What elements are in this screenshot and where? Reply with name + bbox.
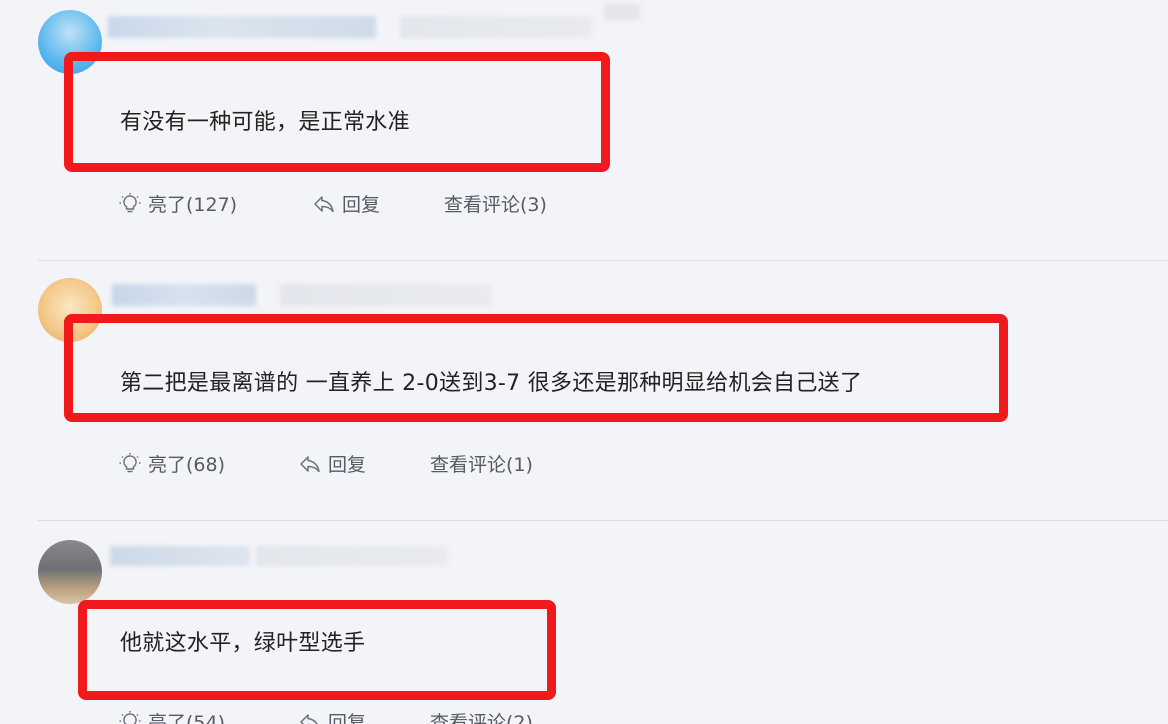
comment-text: 有没有一种可能，是正常水准 — [120, 110, 410, 135]
reply-arrow-icon — [298, 452, 322, 476]
reply-button[interactable]: 回复 — [312, 190, 380, 217]
avatar[interactable] — [38, 540, 102, 604]
view-comments-link[interactable]: 查看评论(2) — [430, 708, 533, 724]
reply-button[interactable]: 回复 — [298, 708, 366, 724]
username-blurred[interactable] — [110, 546, 250, 566]
reply-button[interactable]: 回复 — [298, 450, 366, 477]
view-comments-link[interactable]: 查看评论(3) — [444, 190, 547, 217]
view-comments-label: 查看评论(2) — [430, 712, 533, 724]
comment-text: 他就这水平，绿叶型选手 — [120, 631, 366, 656]
reply-arrow-icon — [312, 192, 336, 216]
view-comments-label: 查看评论(1) — [430, 454, 533, 476]
like-count: 亮了(54) — [148, 712, 226, 724]
like-button[interactable]: 亮了(54) — [118, 708, 225, 724]
comment-feed: 有没有一种可能，是正常水准 亮了(127) 回复 查看评论(3) 第二把是最离谱… — [0, 0, 1168, 724]
meta-blurred — [280, 284, 492, 306]
reply-label: 回复 — [342, 194, 381, 216]
lightbulb-icon — [118, 192, 142, 216]
reply-arrow-icon — [298, 710, 322, 724]
view-comments-label: 查看评论(3) — [444, 194, 547, 216]
username-blurred[interactable] — [108, 16, 376, 38]
like-count: 亮了(68) — [148, 454, 226, 476]
view-comments-link[interactable]: 查看评论(1) — [430, 450, 533, 477]
meta-blurred — [604, 4, 640, 20]
meta-blurred — [400, 16, 592, 38]
reply-label: 回复 — [328, 454, 367, 476]
reply-label: 回复 — [328, 712, 367, 724]
divider — [38, 520, 1168, 521]
like-button[interactable]: 亮了(127) — [118, 190, 237, 217]
like-count: 亮了(127) — [148, 194, 238, 216]
divider — [38, 260, 1168, 261]
comment-text: 第二把是最离谱的 一直养上 2-0送到3-7 很多还是那种明显给机会自己送了 — [120, 371, 863, 396]
lightbulb-icon — [118, 452, 142, 476]
lightbulb-icon — [118, 710, 142, 724]
meta-blurred — [256, 546, 448, 566]
like-button[interactable]: 亮了(68) — [118, 450, 225, 477]
username-blurred[interactable] — [112, 284, 256, 306]
